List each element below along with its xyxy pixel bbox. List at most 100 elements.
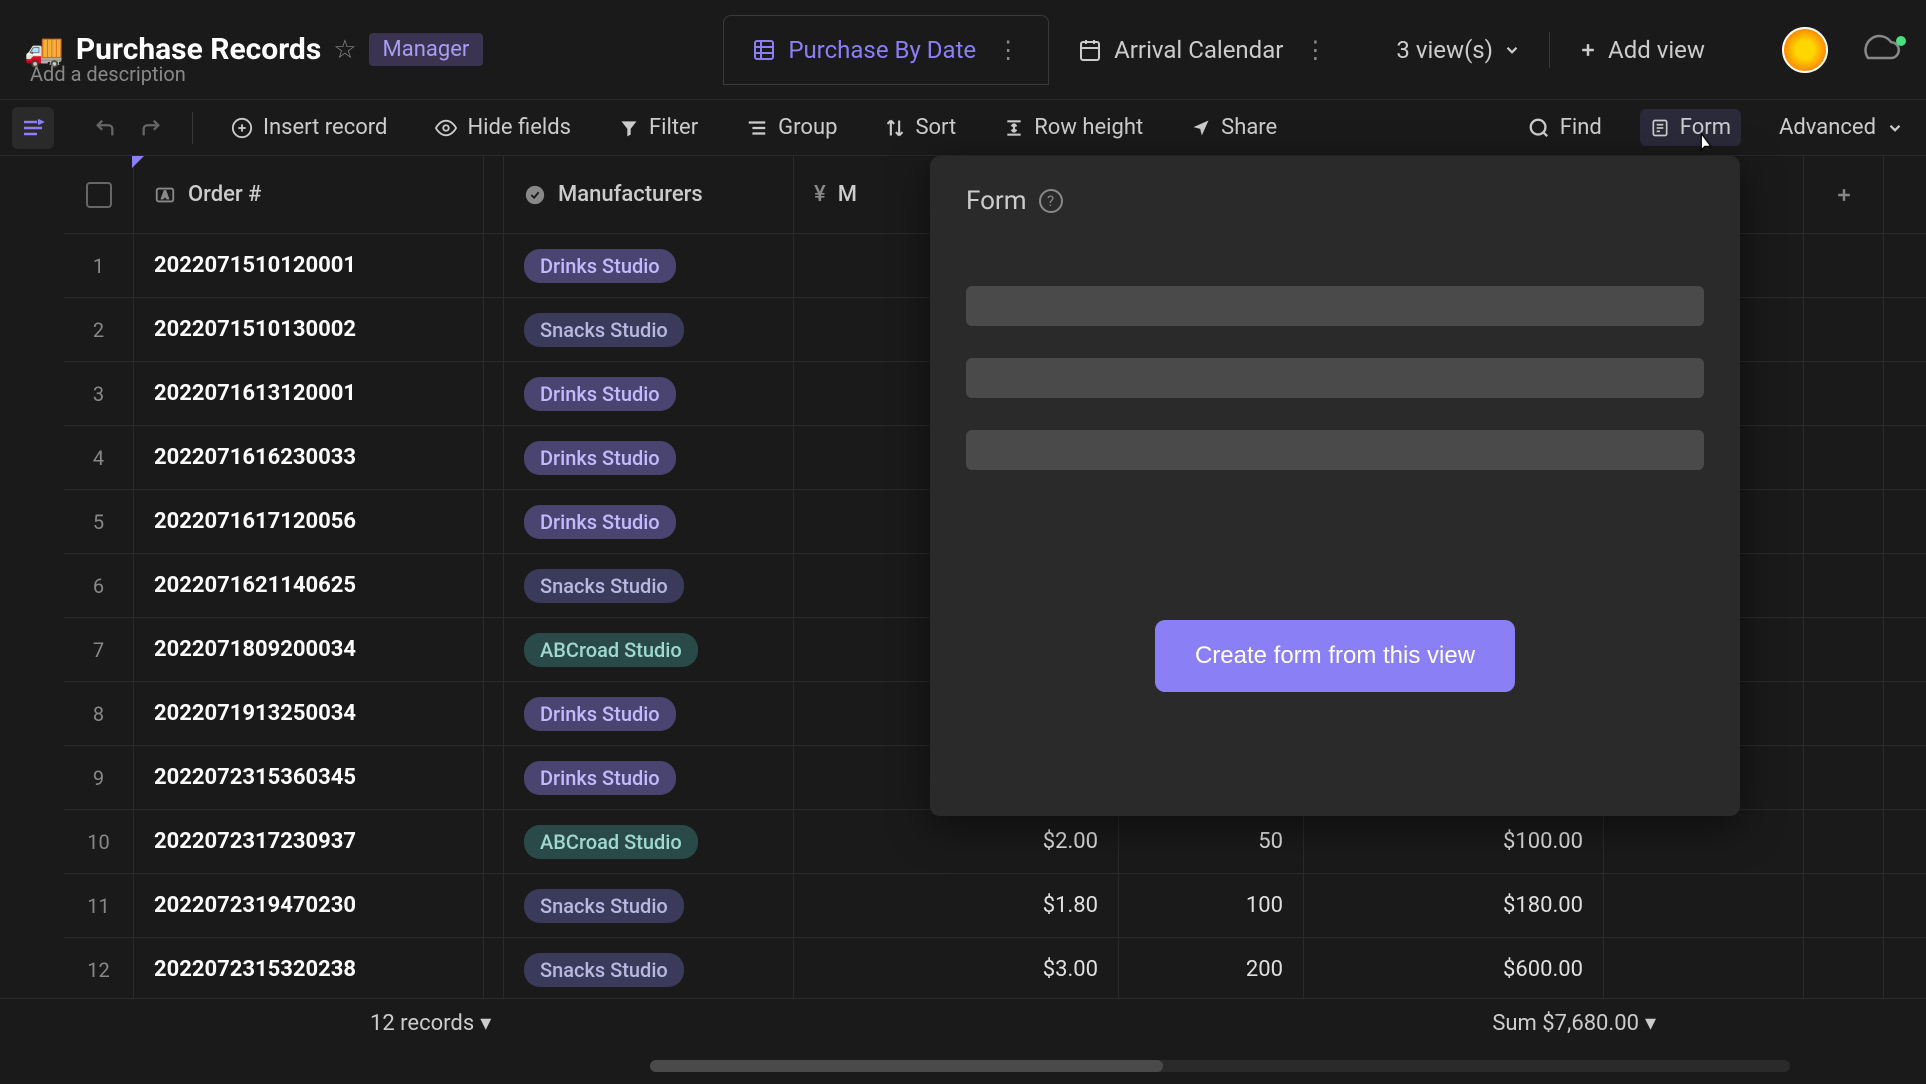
column-header-order[interactable]: A Order # [134, 156, 484, 233]
cell-order[interactable]: 2022071510120001 [134, 234, 484, 297]
filter-button[interactable]: Filter [609, 109, 708, 146]
cell-blank [1604, 810, 1804, 873]
expand-column [484, 874, 504, 937]
cell-order[interactable]: 2022071621140625 [134, 554, 484, 617]
add-column-button[interactable] [1804, 156, 1884, 233]
column-sum-dropdown[interactable]: Sum $7,680.00 ▾ [1492, 1011, 1656, 1036]
cell-manufacturer[interactable]: Snacks Studio [504, 298, 794, 361]
tag-column-icon [524, 184, 546, 206]
table-row[interactable]: 122022072315320238Snacks Studio$3.00200$… [64, 938, 1926, 1002]
cell-manufacturer[interactable]: Drinks Studio [504, 234, 794, 297]
expand-column [484, 298, 504, 361]
cell-add [1804, 554, 1884, 617]
add-view-button[interactable]: Add view [1578, 36, 1705, 64]
undo-button[interactable] [92, 117, 118, 139]
manufacturer-tag: ABCroad Studio [524, 825, 698, 859]
row-height-button[interactable]: Row height [994, 109, 1153, 146]
favorite-star-icon[interactable]: ☆ [333, 35, 356, 65]
share-button[interactable]: Share [1181, 109, 1287, 146]
checkbox-icon[interactable] [86, 182, 112, 208]
cell-manufacturer[interactable]: ABCroad Studio [504, 618, 794, 681]
cell-blank [1604, 874, 1804, 937]
cell-price[interactable]: $1.80 [794, 874, 1119, 937]
column-header-manufacturers[interactable]: Manufacturers [504, 156, 794, 233]
cell-add [1804, 234, 1884, 297]
cell-manufacturer[interactable]: Snacks Studio [504, 874, 794, 937]
view-tab-more-icon[interactable]: ⋮ [996, 36, 1020, 64]
currency-column-icon: ¥ [814, 182, 826, 207]
plus-circle-icon [231, 117, 253, 139]
cell-order[interactable]: 2022071613120001 [134, 362, 484, 425]
cell-order[interactable]: 2022072317230937 [134, 810, 484, 873]
table-row[interactable]: 112022072319470230 Snacks Studio$1.80100$… [64, 874, 1926, 938]
chevron-down-icon [1886, 119, 1904, 137]
cell-order[interactable]: 2022072319470230 [134, 874, 484, 937]
cell-qty[interactable]: 200 [1119, 938, 1304, 1001]
row-number: 9 [64, 746, 134, 809]
cell-order[interactable]: 2022071617120056 [134, 490, 484, 553]
manufacturer-tag: Drinks Studio [524, 377, 676, 411]
role-badge: Manager [369, 33, 484, 66]
manufacturer-tag: Drinks Studio [524, 505, 676, 539]
expand-sidebar-button[interactable] [12, 107, 54, 149]
cell-price[interactable]: $2.00 [794, 810, 1119, 873]
horizontal-scrollbar[interactable] [650, 1060, 1790, 1072]
view-tab-more-icon[interactable]: ⋮ [1303, 36, 1327, 64]
cell-price[interactable]: $3.00 [794, 938, 1119, 1001]
cell-manufacturer[interactable]: ABCroad Studio [504, 810, 794, 873]
cell-manufacturer[interactable]: Snacks Studio [504, 554, 794, 617]
help-icon[interactable]: ? [1039, 189, 1063, 213]
scrollbar-thumb[interactable] [650, 1060, 1163, 1072]
sort-button[interactable]: Sort [875, 109, 966, 146]
row-number: 5 [64, 490, 134, 553]
form-button[interactable]: Form [1640, 109, 1741, 146]
cell-qty[interactable]: 50 [1119, 810, 1304, 873]
cell-total[interactable]: $180.00 [1304, 874, 1604, 937]
svg-text:A: A [162, 190, 169, 201]
description-placeholder[interactable]: Add a description [30, 62, 186, 86]
group-button[interactable]: Group [736, 109, 847, 146]
cell-manufacturer[interactable]: Snacks Studio [504, 938, 794, 1001]
user-avatar[interactable] [1782, 27, 1828, 73]
cell-manufacturer[interactable]: Drinks Studio [504, 426, 794, 489]
cell-qty[interactable]: 100 [1119, 874, 1304, 937]
cell-order[interactable]: 2022071809200034 [134, 618, 484, 681]
records-count-dropdown[interactable]: 12 records ▾ [370, 1011, 491, 1036]
views-count-dropdown[interactable]: 3 view(s) [1396, 36, 1521, 64]
search-icon [1528, 117, 1550, 139]
cell-order[interactable]: 2022071913250034 [134, 682, 484, 745]
cell-total[interactable]: $600.00 [1304, 938, 1604, 1001]
view-tab-arrival-calendar[interactable]: Arrival Calendar ⋮ [1049, 15, 1356, 85]
view-tab-purchase-by-date[interactable]: Purchase By Date ⋮ [723, 15, 1049, 85]
select-all-cell[interactable] [64, 156, 134, 233]
toolbar: Insert record Hide fields Filter Group S… [0, 100, 1926, 156]
row-number: 11 [64, 874, 134, 937]
cell-manufacturer[interactable]: Drinks Studio [504, 746, 794, 809]
expand-column [484, 682, 504, 745]
expand-column [484, 426, 504, 489]
redo-button[interactable] [138, 117, 164, 139]
find-button[interactable]: Find [1518, 109, 1612, 146]
manufacturer-tag: Snacks Studio [524, 953, 684, 987]
cell-manufacturer[interactable]: Drinks Studio [504, 362, 794, 425]
cell-manufacturer[interactable]: Drinks Studio [504, 490, 794, 553]
sync-status-icon[interactable] [1858, 34, 1902, 66]
expand-column [484, 618, 504, 681]
cell-order[interactable]: 2022071510130002 [134, 298, 484, 361]
cell-add [1804, 362, 1884, 425]
advanced-button[interactable]: Advanced [1769, 109, 1914, 146]
row-number: 4 [64, 426, 134, 489]
table-row[interactable]: 102022072317230937 ABCroad Studio $2.0050$… [64, 810, 1926, 874]
cell-order[interactable]: 2022072315320238 [134, 938, 484, 1001]
cell-order[interactable]: 2022072315360345 [134, 746, 484, 809]
view-tab-label: Purchase By Date [788, 36, 976, 64]
row-number: 10 [64, 810, 134, 873]
manufacturer-tag: Drinks Studio [524, 441, 676, 475]
cell-order[interactable]: 2022071616230033 [134, 426, 484, 489]
hide-fields-button[interactable]: Hide fields [425, 109, 581, 146]
cell-manufacturer[interactable]: Drinks Studio [504, 682, 794, 745]
insert-record-button[interactable]: Insert record [221, 109, 397, 146]
cell-add [1804, 682, 1884, 745]
create-form-button[interactable]: Create form from this view [1155, 620, 1515, 692]
cell-total[interactable]: $100.00 [1304, 810, 1604, 873]
